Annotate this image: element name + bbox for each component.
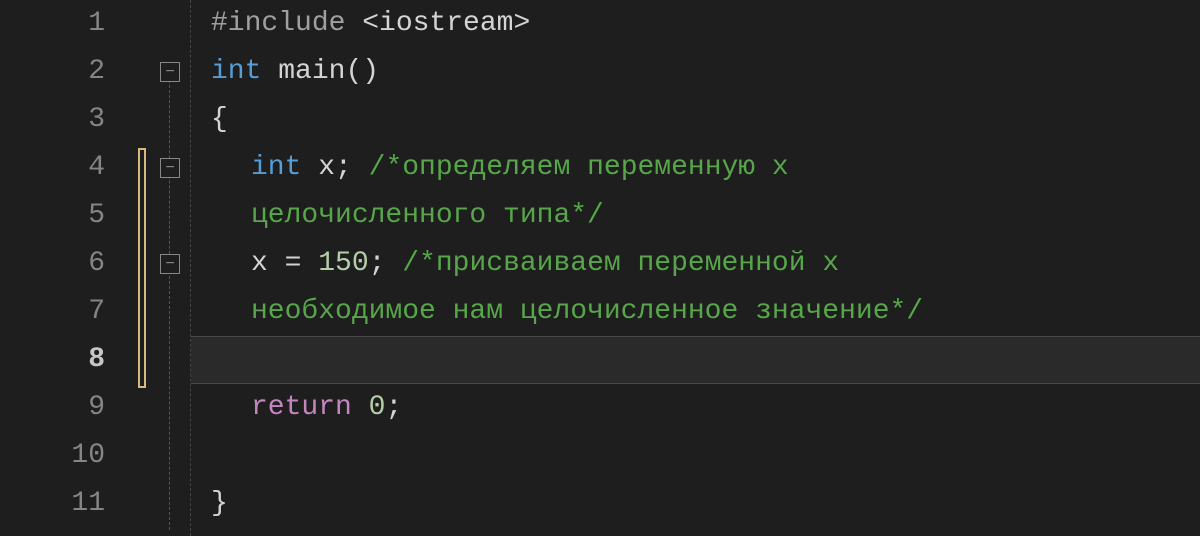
fold-guide-line xyxy=(169,70,170,530)
change-indicator-gutter xyxy=(135,0,150,536)
line-number: 10 xyxy=(0,432,105,480)
code-line[interactable]: #include <iostream> xyxy=(191,0,1200,48)
token-comment: целочисленного типа*/ xyxy=(251,200,604,231)
change-marker xyxy=(138,148,146,388)
fold-toggle-icon[interactable]: − xyxy=(160,254,180,274)
token-function: main xyxy=(261,56,345,87)
fold-toggle-icon[interactable]: − xyxy=(160,62,180,82)
token-operator: = xyxy=(285,248,319,279)
line-number-current: 8 xyxy=(0,336,105,384)
code-line[interactable]: целочисленного типа*/ xyxy=(191,192,1200,240)
line-number: 1 xyxy=(0,0,105,48)
code-line[interactable]: return 0; xyxy=(191,384,1200,432)
line-number: 4 xyxy=(0,144,105,192)
code-line[interactable]: int x; /*определяем переменную x xyxy=(191,144,1200,192)
token-include-path: <iostream> xyxy=(345,8,530,39)
token-punct: ; xyxy=(385,392,402,423)
token-punct: () xyxy=(345,56,379,87)
token-keyword: int xyxy=(211,56,261,87)
token-comment: необходимое нам целочисленное значение*/ xyxy=(251,296,923,327)
code-line[interactable]: } xyxy=(191,480,1200,528)
token-number: 150 xyxy=(318,248,368,279)
token-variable: x xyxy=(251,248,285,279)
line-number: 5 xyxy=(0,192,105,240)
token-variable: x xyxy=(301,152,335,183)
token-preprocessor: #include xyxy=(211,8,345,39)
line-number-gutter: 1 2 3 4 5 6 7 8 9 10 11 xyxy=(0,0,135,536)
code-line-current[interactable] xyxy=(191,336,1200,384)
token-punct: ; xyxy=(335,152,352,183)
line-number: 11 xyxy=(0,480,105,528)
token-keyword: int xyxy=(251,152,301,183)
token-number: 0 xyxy=(369,392,386,423)
line-number: 7 xyxy=(0,288,105,336)
code-line[interactable]: необходимое нам целочисленное значение*/ xyxy=(191,288,1200,336)
code-line[interactable]: { xyxy=(191,96,1200,144)
code-line[interactable]: x = 150; /*присваиваем переменной x xyxy=(191,240,1200,288)
fold-toggle-icon[interactable]: − xyxy=(160,158,180,178)
line-number: 3 xyxy=(0,96,105,144)
token-comment: /*присваиваем переменной x xyxy=(385,248,839,279)
code-line[interactable] xyxy=(191,432,1200,480)
token-brace: } xyxy=(211,488,228,519)
fold-gutter: − − − xyxy=(150,0,190,536)
line-number: 6 xyxy=(0,240,105,288)
code-line[interactable]: int main() xyxy=(191,48,1200,96)
token-keyword-return: return xyxy=(251,392,352,423)
token-brace: { xyxy=(211,104,228,135)
code-editor[interactable]: #include <iostream> int main() { int x; … xyxy=(190,0,1200,536)
line-number: 9 xyxy=(0,384,105,432)
line-number: 2 xyxy=(0,48,105,96)
token-space xyxy=(352,392,369,423)
token-comment: /*определяем переменную x xyxy=(352,152,789,183)
token-punct: ; xyxy=(369,248,386,279)
